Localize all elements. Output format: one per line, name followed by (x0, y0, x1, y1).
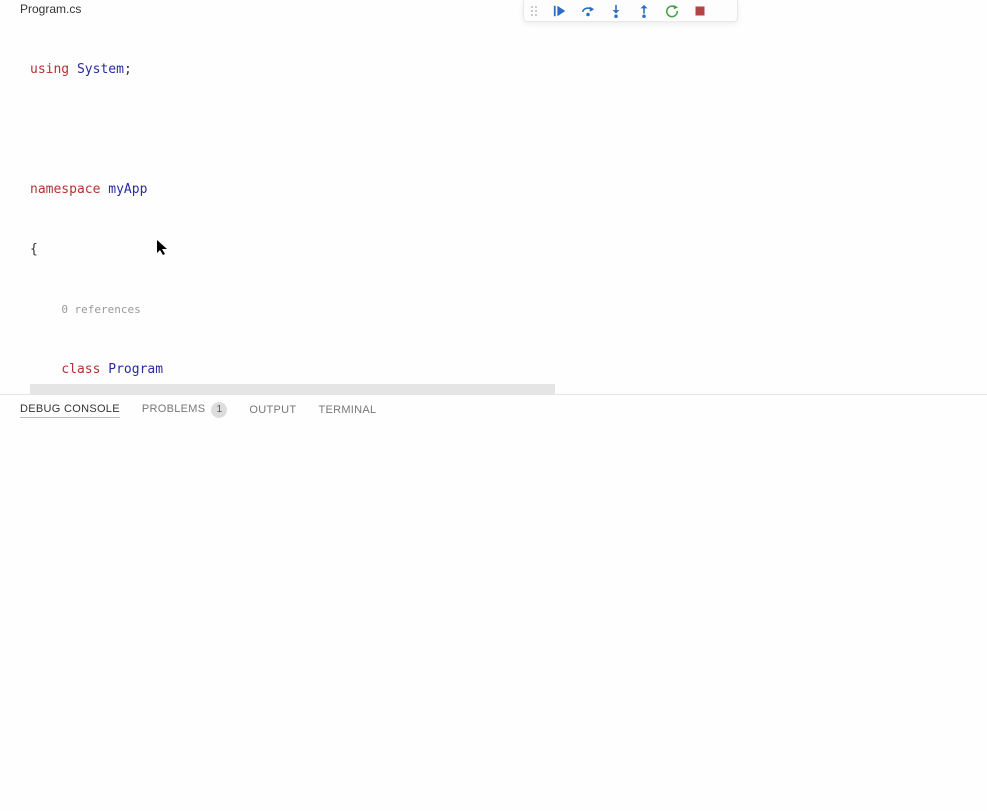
code-line: 0 references (0, 300, 987, 320)
code-line: { (0, 240, 987, 260)
stop-icon[interactable] (692, 3, 708, 19)
continue-icon[interactable] (552, 3, 568, 19)
step-into-icon[interactable] (608, 3, 624, 19)
code-editor[interactable]: using System; namespace myApp { 0 refere… (0, 20, 987, 394)
code-line: using System; (0, 60, 987, 80)
code-line: class Program (0, 360, 987, 380)
code-area: using System; namespace myApp { 0 refere… (0, 20, 987, 394)
panel-tab-bar: DEBUG CONSOLE PROBLEMS 1 OUTPUT TERMINAL (0, 394, 987, 426)
problems-count-badge: 1 (211, 402, 227, 418)
tab-debug-console[interactable]: DEBUG CONSOLE (20, 403, 120, 418)
debug-console-panel[interactable] (0, 426, 987, 811)
tab-output[interactable]: OUTPUT (249, 404, 296, 418)
horizontal-scrollbar[interactable] (30, 384, 555, 394)
debug-toolbar (523, 0, 738, 22)
step-out-icon[interactable] (636, 3, 652, 19)
code-line: namespace myApp (0, 180, 987, 200)
tab-terminal[interactable]: TERMINAL (318, 404, 376, 418)
editor-tab[interactable]: Program.cs (0, 0, 987, 20)
code-line (0, 120, 987, 140)
drag-grip-icon[interactable] (530, 5, 540, 17)
tab-problems-label: PROBLEMS (142, 403, 206, 415)
step-over-icon[interactable] (580, 3, 596, 19)
tab-filename: Program.cs (20, 2, 81, 16)
restart-icon[interactable] (664, 3, 680, 19)
tab-problems[interactable]: PROBLEMS 1 (142, 402, 228, 420)
